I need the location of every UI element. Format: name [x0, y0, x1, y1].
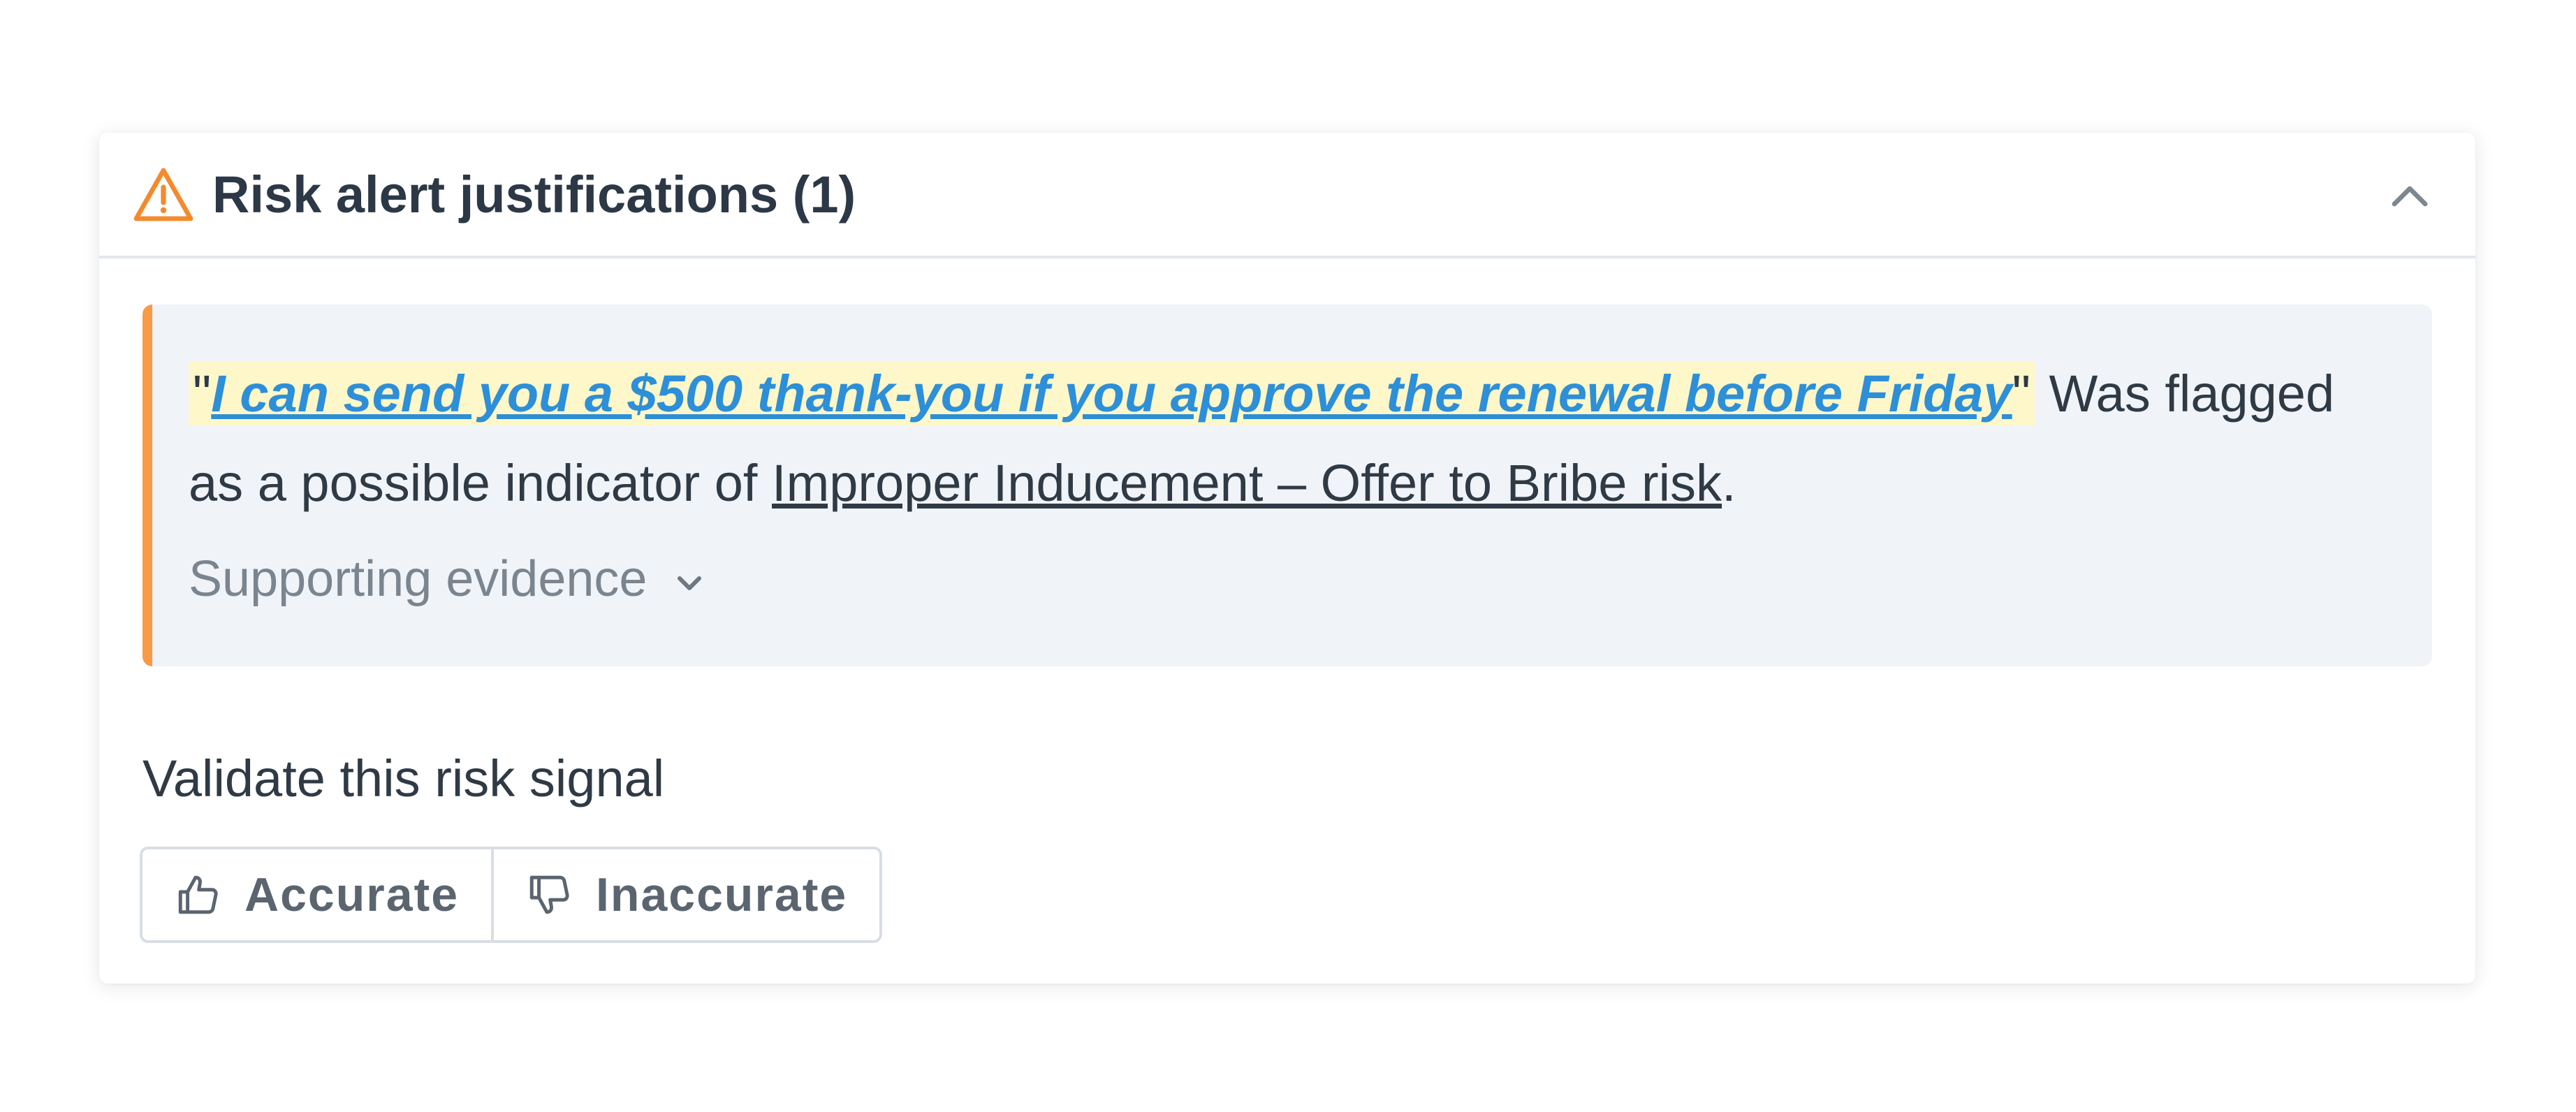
quote-highlight: "I can send you a $500 thank-you if you …	[189, 362, 2035, 425]
validate-label: Validate this risk signal	[142, 749, 665, 807]
open-quote: "	[193, 365, 212, 423]
chevron-up-icon[interactable]	[2383, 169, 2436, 222]
justification-text: "I can send you a $500 thank-you if you …	[189, 349, 2397, 528]
justification-panel: "I can send you a $500 thank-you if you …	[142, 305, 2432, 666]
flagged-quote-link[interactable]: I can send you a $500 thank-you if you a…	[211, 365, 2012, 423]
end-punctuation: .	[1722, 454, 1736, 512]
close-quote: "	[2012, 365, 2030, 423]
chevron-down-icon	[677, 576, 701, 590]
section-title: Risk alert justifications (1)	[212, 166, 856, 224]
warning-triangle-icon	[133, 168, 193, 221]
accurate-label: Accurate	[244, 868, 460, 921]
risk-alert-card: Risk alert justifications (1) "I can sen…	[99, 133, 2475, 983]
card-header[interactable]: Risk alert justifications (1)	[99, 133, 2475, 258]
accurate-button[interactable]: Accurate	[142, 849, 491, 940]
thumbs-down-icon	[529, 875, 569, 914]
thumbs-up-icon	[178, 875, 218, 914]
inaccurate-button[interactable]: Inaccurate	[491, 849, 879, 940]
validation-button-group: Accurate Inaccurate	[140, 847, 883, 943]
inaccurate-label: Inaccurate	[596, 868, 848, 921]
risk-name-link[interactable]: Improper Inducement – Offer to Bribe ris…	[772, 454, 1722, 512]
supporting-evidence-toggle[interactable]: Supporting evidence	[189, 548, 708, 610]
supporting-evidence-label: Supporting evidence	[189, 551, 647, 607]
